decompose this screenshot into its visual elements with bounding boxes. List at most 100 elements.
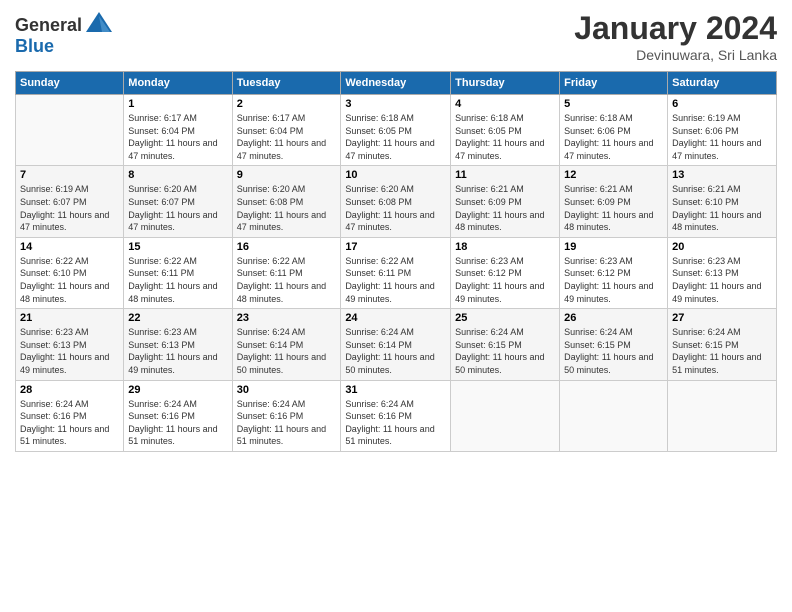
- daylight: Daylight: 11 hours and 49 minutes.: [455, 281, 544, 304]
- day-number: 27: [672, 312, 772, 324]
- logo-general: General: [15, 15, 82, 36]
- day-detail: Sunrise: 6:23 AM Sunset: 6:13 PM Dayligh…: [128, 326, 227, 376]
- sunrise: Sunrise: 6:21 AM: [672, 184, 741, 194]
- col-wednesday: Wednesday: [341, 72, 451, 95]
- day-detail: Sunrise: 6:18 AM Sunset: 6:05 PM Dayligh…: [345, 112, 446, 162]
- col-tuesday: Tuesday: [232, 72, 341, 95]
- day-number: 17: [345, 241, 446, 253]
- day-number: 2: [237, 98, 337, 110]
- sunrise: Sunrise: 6:20 AM: [237, 184, 306, 194]
- daylight: Daylight: 11 hours and 50 minutes.: [345, 352, 434, 375]
- daylight: Daylight: 11 hours and 47 minutes.: [237, 210, 326, 233]
- day-cell: 5 Sunrise: 6:18 AM Sunset: 6:06 PM Dayli…: [560, 95, 668, 166]
- sunrise: Sunrise: 6:22 AM: [237, 256, 306, 266]
- day-detail: Sunrise: 6:21 AM Sunset: 6:09 PM Dayligh…: [564, 183, 663, 233]
- sunrise: Sunrise: 6:20 AM: [128, 184, 197, 194]
- header-row: General Blue January 2024 Devinuwara, Sr…: [15, 10, 777, 63]
- daylight: Daylight: 11 hours and 47 minutes.: [455, 138, 544, 161]
- sunset: Sunset: 6:06 PM: [672, 126, 739, 136]
- day-cell: 12 Sunrise: 6:21 AM Sunset: 6:09 PM Dayl…: [560, 166, 668, 237]
- sunrise: Sunrise: 6:24 AM: [564, 327, 633, 337]
- day-number: 22: [128, 312, 227, 324]
- day-detail: Sunrise: 6:24 AM Sunset: 6:15 PM Dayligh…: [672, 326, 772, 376]
- week-row-3: 14 Sunrise: 6:22 AM Sunset: 6:10 PM Dayl…: [16, 237, 777, 308]
- sunset: Sunset: 6:13 PM: [20, 340, 87, 350]
- sunset: Sunset: 6:05 PM: [455, 126, 522, 136]
- week-row-1: 1 Sunrise: 6:17 AM Sunset: 6:04 PM Dayli…: [16, 95, 777, 166]
- sunset: Sunset: 6:13 PM: [128, 340, 195, 350]
- col-friday: Friday: [560, 72, 668, 95]
- month-title: January 2024: [574, 10, 777, 47]
- day-detail: Sunrise: 6:24 AM Sunset: 6:16 PM Dayligh…: [345, 398, 446, 448]
- daylight: Daylight: 11 hours and 50 minutes.: [237, 352, 326, 375]
- daylight: Daylight: 11 hours and 51 minutes.: [20, 424, 109, 447]
- sunrise: Sunrise: 6:17 AM: [237, 113, 306, 123]
- day-detail: Sunrise: 6:18 AM Sunset: 6:06 PM Dayligh…: [564, 112, 663, 162]
- daylight: Daylight: 11 hours and 50 minutes.: [455, 352, 544, 375]
- day-number: 7: [20, 169, 119, 181]
- day-cell: [668, 380, 777, 451]
- sunset: Sunset: 6:09 PM: [564, 197, 631, 207]
- day-detail: Sunrise: 6:24 AM Sunset: 6:16 PM Dayligh…: [237, 398, 337, 448]
- day-number: 5: [564, 98, 663, 110]
- daylight: Daylight: 11 hours and 51 minutes.: [237, 424, 326, 447]
- day-number: 23: [237, 312, 337, 324]
- day-number: 11: [455, 169, 555, 181]
- day-detail: Sunrise: 6:24 AM Sunset: 6:15 PM Dayligh…: [455, 326, 555, 376]
- day-number: 20: [672, 241, 772, 253]
- day-detail: Sunrise: 6:23 AM Sunset: 6:12 PM Dayligh…: [564, 255, 663, 305]
- sunrise: Sunrise: 6:23 AM: [672, 256, 741, 266]
- sunrise: Sunrise: 6:20 AM: [345, 184, 414, 194]
- sunset: Sunset: 6:12 PM: [564, 268, 631, 278]
- day-number: 1: [128, 98, 227, 110]
- day-detail: Sunrise: 6:17 AM Sunset: 6:04 PM Dayligh…: [237, 112, 337, 162]
- sunrise: Sunrise: 6:23 AM: [128, 327, 197, 337]
- day-number: 9: [237, 169, 337, 181]
- sunrise: Sunrise: 6:24 AM: [345, 327, 414, 337]
- day-detail: Sunrise: 6:24 AM Sunset: 6:14 PM Dayligh…: [345, 326, 446, 376]
- sunrise: Sunrise: 6:22 AM: [128, 256, 197, 266]
- day-cell: 23 Sunrise: 6:24 AM Sunset: 6:14 PM Dayl…: [232, 309, 341, 380]
- day-cell: 13 Sunrise: 6:21 AM Sunset: 6:10 PM Dayl…: [668, 166, 777, 237]
- day-number: 13: [672, 169, 772, 181]
- day-detail: Sunrise: 6:19 AM Sunset: 6:07 PM Dayligh…: [20, 183, 119, 233]
- daylight: Daylight: 11 hours and 47 minutes.: [237, 138, 326, 161]
- day-number: 8: [128, 169, 227, 181]
- day-number: 24: [345, 312, 446, 324]
- day-number: 26: [564, 312, 663, 324]
- col-saturday: Saturday: [668, 72, 777, 95]
- day-detail: Sunrise: 6:22 AM Sunset: 6:10 PM Dayligh…: [20, 255, 119, 305]
- sunrise: Sunrise: 6:17 AM: [128, 113, 197, 123]
- sunset: Sunset: 6:16 PM: [345, 411, 412, 421]
- day-number: 21: [20, 312, 119, 324]
- sunset: Sunset: 6:13 PM: [672, 268, 739, 278]
- day-detail: Sunrise: 6:24 AM Sunset: 6:15 PM Dayligh…: [564, 326, 663, 376]
- day-cell: 30 Sunrise: 6:24 AM Sunset: 6:16 PM Dayl…: [232, 380, 341, 451]
- sunset: Sunset: 6:07 PM: [20, 197, 87, 207]
- day-cell: 31 Sunrise: 6:24 AM Sunset: 6:16 PM Dayl…: [341, 380, 451, 451]
- sunset: Sunset: 6:16 PM: [20, 411, 87, 421]
- daylight: Daylight: 11 hours and 47 minutes.: [672, 138, 761, 161]
- sunrise: Sunrise: 6:23 AM: [455, 256, 524, 266]
- main-container: General Blue January 2024 Devinuwara, Sr…: [0, 0, 792, 462]
- day-detail: Sunrise: 6:23 AM Sunset: 6:12 PM Dayligh…: [455, 255, 555, 305]
- sunrise: Sunrise: 6:19 AM: [672, 113, 741, 123]
- day-cell: 29 Sunrise: 6:24 AM Sunset: 6:16 PM Dayl…: [124, 380, 232, 451]
- day-number: 3: [345, 98, 446, 110]
- week-row-4: 21 Sunrise: 6:23 AM Sunset: 6:13 PM Dayl…: [16, 309, 777, 380]
- day-number: 14: [20, 241, 119, 253]
- daylight: Daylight: 11 hours and 50 minutes.: [564, 352, 653, 375]
- sunset: Sunset: 6:05 PM: [345, 126, 412, 136]
- week-row-2: 7 Sunrise: 6:19 AM Sunset: 6:07 PM Dayli…: [16, 166, 777, 237]
- day-detail: Sunrise: 6:18 AM Sunset: 6:05 PM Dayligh…: [455, 112, 555, 162]
- col-monday: Monday: [124, 72, 232, 95]
- day-cell: 20 Sunrise: 6:23 AM Sunset: 6:13 PM Dayl…: [668, 237, 777, 308]
- daylight: Daylight: 11 hours and 51 minutes.: [672, 352, 761, 375]
- daylight: Daylight: 11 hours and 48 minutes.: [672, 210, 761, 233]
- day-number: 15: [128, 241, 227, 253]
- day-cell: 4 Sunrise: 6:18 AM Sunset: 6:05 PM Dayli…: [451, 95, 560, 166]
- sunset: Sunset: 6:14 PM: [237, 340, 304, 350]
- daylight: Daylight: 11 hours and 48 minutes.: [128, 281, 217, 304]
- day-detail: Sunrise: 6:17 AM Sunset: 6:04 PM Dayligh…: [128, 112, 227, 162]
- day-cell: 7 Sunrise: 6:19 AM Sunset: 6:07 PM Dayli…: [16, 166, 124, 237]
